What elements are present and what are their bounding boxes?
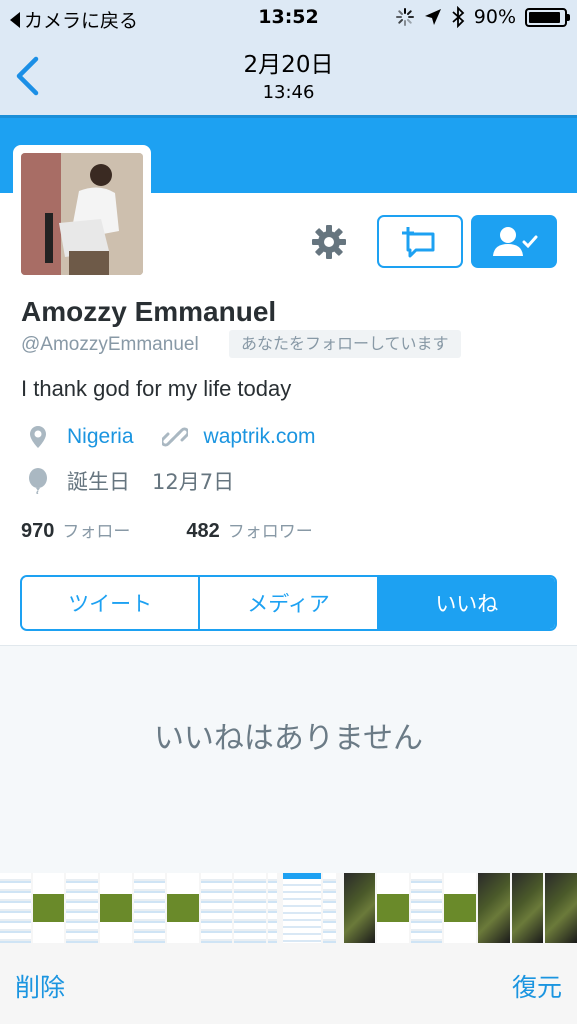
filmstrip-thumbnail[interactable] [322, 873, 336, 943]
gear-icon[interactable] [311, 224, 347, 260]
empty-state-message: いいねはありません [153, 721, 424, 756]
location-row: Nigeria waptrik.com [25, 424, 316, 450]
filmstrip-thumbnail-selected[interactable] [283, 873, 321, 943]
user-check-icon [493, 226, 538, 256]
filmstrip-thumbnail[interactable] [32, 873, 65, 943]
bluetooth-icon [452, 6, 465, 28]
restore-button[interactable]: 復元 [512, 968, 562, 1004]
follow-counts: 970 フォロー 482 フォロワー [21, 517, 313, 543]
avatar-photo-drawing [21, 153, 143, 275]
followers-label: フォロワー [227, 522, 313, 542]
profile-tabs: ツイート メディア いいね [20, 575, 557, 631]
filmstrip-thumbnail[interactable] [99, 873, 132, 943]
filmstrip-thumbnail[interactable] [200, 873, 233, 943]
avatar[interactable] [13, 145, 151, 283]
filmstrip-thumbnail[interactable] [66, 873, 98, 943]
birthday-value: 12月7日 [152, 470, 235, 494]
filmstrip-thumbnail[interactable] [167, 873, 199, 943]
nav-subtitle: 13:46 [262, 82, 315, 103]
following-stat[interactable]: 970 フォロー [21, 517, 130, 543]
delete-button[interactable]: 削除 [15, 968, 65, 1004]
balloon-icon [29, 468, 47, 494]
follows-you-badge: あなたをフォローしています [229, 330, 461, 358]
filmstrip-thumbnail[interactable] [444, 873, 477, 943]
profile-name: Amozzy Emmanuel [21, 296, 277, 327]
location-pin-icon [30, 426, 46, 448]
followers-count: 482 [186, 520, 220, 542]
profile-bio: I thank god for my life today [21, 376, 292, 401]
avatar-photo [21, 153, 143, 275]
filmstrip-thumbnail[interactable] [478, 873, 510, 943]
filmstrip-thumbnail[interactable] [268, 873, 278, 943]
birthday-row: 誕生日 12月7日 [25, 466, 234, 496]
location-arrow-icon [424, 9, 441, 25]
status-bar: カメラに戻る 13:52 90% [0, 0, 577, 36]
bottom-toolbar: 削除 復元 [0, 943, 577, 1024]
likes-timeline [0, 645, 577, 873]
tab-media[interactable]: メディア [198, 577, 377, 629]
link-icon [161, 427, 188, 447]
website-link[interactable]: waptrik.com [204, 425, 316, 449]
filmstrip-thumbnail[interactable] [133, 873, 166, 943]
direct-message-icon [402, 226, 435, 257]
filmstrip-thumbnail[interactable] [343, 873, 376, 943]
followers-stat[interactable]: 482 フォロワー [186, 517, 312, 543]
profile-handle: @AmozzyEmmanuel [21, 334, 199, 355]
birthday-label: 誕生日 [67, 470, 130, 494]
following-button[interactable] [471, 215, 557, 268]
nav-title: 2月20日 [243, 52, 334, 78]
battery-percent: 90% [473, 6, 516, 28]
activity-spinner-icon [395, 8, 414, 26]
top-bar: カメラに戻る 13:52 90% 2月20日 13:46 [0, 0, 577, 115]
tab-likes[interactable]: いいね [376, 577, 555, 629]
battery-fill [529, 11, 560, 23]
photo-filmstrip[interactable] [0, 873, 577, 943]
filmstrip-thumbnail[interactable] [511, 873, 544, 943]
location-text[interactable]: Nigeria [67, 425, 134, 449]
status-right: 90% [395, 6, 570, 28]
filmstrip-thumbnail[interactable] [545, 873, 577, 943]
following-count: 970 [21, 520, 55, 542]
tab-tweets[interactable]: ツイート [22, 577, 199, 629]
filmstrip-thumbnail[interactable] [234, 873, 267, 943]
filmstrip-thumbnail[interactable] [377, 873, 409, 943]
battery-icon [525, 7, 570, 27]
following-label: フォロー [62, 522, 131, 542]
filmstrip-thumbnail[interactable] [410, 873, 443, 943]
direct-message-button[interactable] [377, 215, 463, 268]
filmstrip-thumbnail[interactable] [0, 873, 31, 943]
